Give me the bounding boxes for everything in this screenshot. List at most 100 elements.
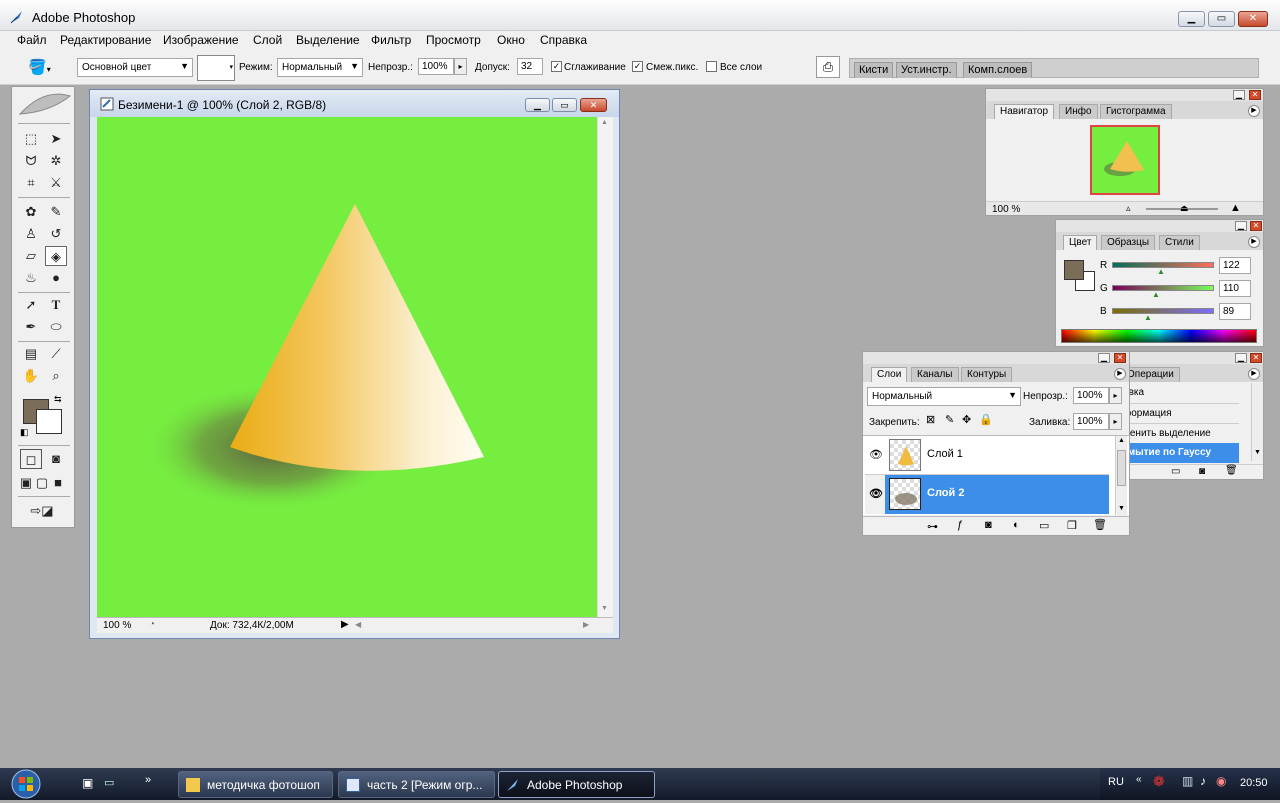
- scroll-right-icon[interactable]: ▶: [583, 620, 589, 629]
- standard-mode-icon[interactable]: ◻: [20, 449, 42, 469]
- history-item[interactable]: формация: [1121, 403, 1239, 423]
- status-arrow-icon[interactable]: ▶: [341, 619, 349, 630]
- menu-select[interactable]: Выделение: [296, 33, 360, 47]
- start-button[interactable]: [2, 768, 48, 800]
- blur-tool-icon[interactable]: ♨: [20, 268, 42, 288]
- path-selection-icon[interactable]: ➚: [20, 295, 42, 315]
- eyedropper-icon[interactable]: ⟋: [45, 344, 67, 364]
- task-methodichka[interactable]: методичка фотошоп: [178, 771, 333, 798]
- color-ramp[interactable]: [1061, 329, 1257, 343]
- menu-image[interactable]: Изображение: [163, 33, 239, 47]
- tab-swatches[interactable]: Образцы: [1101, 235, 1156, 250]
- volume-icon[interactable]: ♪: [1200, 774, 1206, 788]
- screen-mode-menu-icon[interactable]: ▢: [34, 473, 50, 493]
- history-item[interactable]: менить выделение: [1121, 423, 1239, 443]
- default-colors-icon[interactable]: ◧: [20, 427, 29, 438]
- fill-source-select[interactable]: Основной цвет ▼: [77, 58, 193, 77]
- well-tab-tool-presets[interactable]: Уст.инстр.: [896, 62, 957, 78]
- layers-scrollbar[interactable]: ▲ ▼: [1115, 436, 1127, 515]
- fill-slider-button[interactable]: ▸: [1109, 413, 1122, 430]
- language-indicator[interactable]: RU: [1108, 776, 1124, 788]
- delete-layer-icon[interactable]: 🗑: [1093, 518, 1107, 531]
- tab-channels[interactable]: Каналы: [911, 367, 959, 382]
- tab-color[interactable]: Цвет: [1063, 235, 1098, 250]
- g-slider-thumb[interactable]: ▲: [1152, 291, 1160, 299]
- navigator-zoom[interactable]: 100 %: [992, 204, 1020, 215]
- background-color-swatch[interactable]: [36, 409, 62, 434]
- menu-window[interactable]: Окно: [497, 33, 525, 47]
- tolerance-input[interactable]: 32: [517, 58, 543, 75]
- network-icon[interactable]: ▥: [1182, 774, 1193, 788]
- r-input[interactable]: 122: [1219, 257, 1251, 274]
- navigator-menu-icon[interactable]: ▶: [1248, 105, 1260, 117]
- status-menu-icon[interactable]: ◔: [149, 619, 155, 630]
- b-slider-thumb[interactable]: ▲: [1144, 314, 1152, 322]
- antivirus-icon[interactable]: ❁: [1153, 773, 1165, 790]
- marquee-tool-icon[interactable]: ⬚: [20, 129, 42, 149]
- swap-colors-icon[interactable]: ⇆: [54, 394, 62, 405]
- clock[interactable]: 20:50: [1240, 777, 1268, 789]
- quick-mask-icon[interactable]: ◙: [45, 449, 67, 469]
- g-input[interactable]: 110: [1219, 280, 1251, 297]
- lock-image-icon[interactable]: ✎: [945, 413, 954, 426]
- lock-transparency-icon[interactable]: ⊠: [926, 413, 935, 426]
- hand-tool-icon[interactable]: ✋: [20, 366, 42, 386]
- history-item-selected[interactable]: змытие по Гауссу: [1121, 443, 1239, 463]
- paint-bucket-preset-icon[interactable]: 🪣▾: [28, 58, 60, 78]
- layer-row-selected[interactable]: 👁 Слой 2: [865, 475, 1109, 514]
- maximize-button[interactable]: ▭: [1208, 11, 1235, 27]
- layer-opacity-slider-button[interactable]: ▸: [1109, 387, 1122, 404]
- crop-tool-icon[interactable]: ⌗: [20, 173, 42, 193]
- layers-close-icon[interactable]: ✕: [1114, 353, 1126, 363]
- blend-mode-select[interactable]: Нормальный ▼: [867, 387, 1021, 406]
- antialias-checkbox[interactable]: ✓: [551, 61, 562, 72]
- lock-all-icon[interactable]: 🔒: [979, 413, 993, 426]
- scroll-left-icon[interactable]: ◀: [355, 620, 361, 629]
- eraser-tool-icon[interactable]: ▱: [20, 246, 42, 266]
- history-item[interactable]: ивка: [1121, 383, 1239, 403]
- quicklaunch-more-icon[interactable]: »: [145, 774, 151, 786]
- screen-mode-standard-icon[interactable]: ▣: [18, 473, 34, 493]
- layers-menu-icon[interactable]: ▶: [1114, 368, 1126, 380]
- link-layers-icon[interactable]: ⊶: [927, 520, 938, 533]
- slice-tool-icon[interactable]: ⚔: [45, 173, 67, 193]
- doc-close-button[interactable]: ✕: [580, 98, 607, 112]
- tab-navigator[interactable]: Навигатор: [994, 104, 1055, 119]
- color-fg-swatch[interactable]: [1064, 260, 1084, 280]
- type-tool-icon[interactable]: T: [45, 295, 67, 315]
- color-close-icon[interactable]: ✕: [1250, 221, 1262, 231]
- opacity-slider-button[interactable]: ▸: [454, 58, 467, 75]
- dodge-tool-icon[interactable]: ●: [45, 268, 67, 288]
- zoom-tool-icon[interactable]: ⌕: [45, 366, 67, 386]
- tab-styles[interactable]: Стили: [1159, 235, 1200, 250]
- doc-maximize-button[interactable]: ▭: [552, 98, 577, 112]
- scroll-down-icon[interactable]: ▼: [601, 605, 608, 612]
- tab-paths[interactable]: Контуры: [961, 367, 1013, 382]
- adjustment-layer-icon[interactable]: ◐: [1013, 519, 1020, 531]
- new-group-icon[interactable]: ▭: [1039, 519, 1049, 532]
- r-slider-thumb[interactable]: ▲: [1157, 268, 1165, 276]
- notes-tool-icon[interactable]: ▤: [20, 344, 42, 364]
- tab-info[interactable]: Инфо: [1059, 104, 1098, 119]
- menu-help[interactable]: Справка: [540, 33, 587, 47]
- task-photoshop[interactable]: Adobe Photoshop: [498, 771, 655, 798]
- opacity-input[interactable]: 100%: [418, 58, 454, 75]
- layer-row[interactable]: 👁 Слой 1: [865, 436, 1109, 475]
- brush-tool-icon[interactable]: ✎: [45, 202, 67, 222]
- magic-wand-icon[interactable]: ✲: [45, 151, 67, 171]
- ellipse-tool-icon[interactable]: ⬭: [45, 317, 67, 337]
- menu-view[interactable]: Просмотр: [426, 33, 481, 47]
- switch-windows-icon[interactable]: ▭: [104, 776, 114, 789]
- document-canvas[interactable]: [97, 117, 597, 617]
- lock-position-icon[interactable]: ✥: [962, 413, 971, 426]
- color-menu-icon[interactable]: ▶: [1248, 236, 1260, 248]
- g-slider[interactable]: [1112, 285, 1214, 291]
- stamp-tool-icon[interactable]: ♙: [20, 224, 42, 244]
- b-input[interactable]: 89: [1219, 303, 1251, 320]
- move-tool-icon[interactable]: ➤: [45, 129, 67, 149]
- menu-layer[interactable]: Слой: [253, 33, 282, 47]
- history-trash-icon[interactable]: 🗑: [1225, 465, 1238, 476]
- tab-layers[interactable]: Слои: [871, 367, 908, 382]
- b-slider[interactable]: [1112, 308, 1214, 314]
- well-tab-brushes[interactable]: Кисти: [854, 62, 894, 78]
